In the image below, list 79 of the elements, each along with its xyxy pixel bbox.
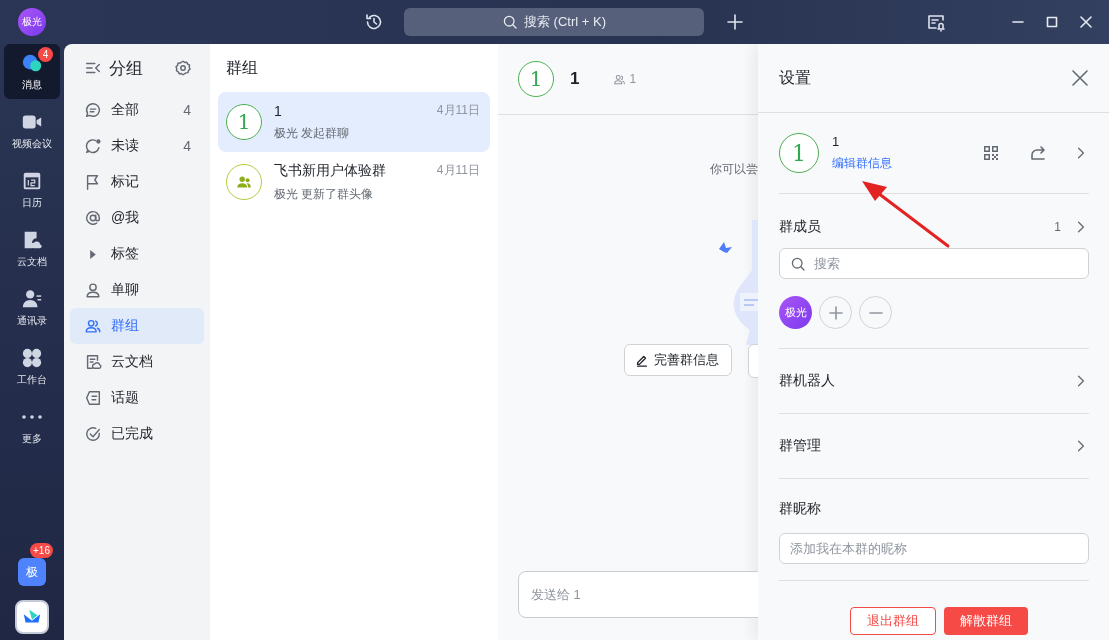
- sidebar-item[interactable]: 群组: [70, 308, 204, 344]
- tenant-avatar[interactable]: 极: [18, 558, 46, 586]
- caret-icon: [90, 249, 96, 259]
- nickname-field[interactable]: 添加我在本群的昵称: [779, 533, 1089, 564]
- bubble-icon: [84, 101, 102, 119]
- at-icon: [84, 209, 102, 227]
- group-avatar: 1: [779, 133, 819, 173]
- contacts-icon: [21, 287, 43, 310]
- rail-item[interactable]: 工作台: [4, 339, 60, 394]
- history-icon[interactable]: [364, 12, 384, 32]
- search-icon: [502, 14, 518, 30]
- settings-row-label[interactable]: 群机器人: [779, 372, 835, 390]
- chat-date: 4月11日: [436, 162, 480, 179]
- share-icon[interactable]: [1030, 145, 1046, 161]
- chat-name: 飞书新用户体验群: [274, 161, 386, 180]
- settings-icon[interactable]: [174, 59, 192, 77]
- sidebar-item[interactable]: 标记: [70, 164, 204, 200]
- sidebar-item[interactable]: 云文档: [70, 344, 204, 380]
- rail-item[interactable]: 日历: [4, 162, 60, 217]
- chat-date: 4月11日: [436, 102, 480, 119]
- sidebar-item[interactable]: 已完成: [70, 416, 204, 452]
- chat-list-item[interactable]: 1 1 4月11日 极光 发起群聊: [218, 92, 490, 152]
- panel-title: 设置: [779, 67, 811, 88]
- notification-icon[interactable]: [926, 12, 946, 32]
- apps-icon: [21, 346, 43, 369]
- more-icon: [22, 414, 42, 419]
- group-avatar: 1: [518, 61, 554, 97]
- member-search-field[interactable]: 搜索: [779, 248, 1089, 279]
- member-count: 1: [1054, 220, 1061, 234]
- leave-group-button[interactable]: 退出群组: [850, 607, 936, 635]
- dissolve-group-button[interactable]: 解散群组: [944, 607, 1028, 635]
- maximize-icon[interactable]: [1046, 16, 1058, 28]
- close-icon[interactable]: [1071, 69, 1089, 87]
- message-input[interactable]: 发送给 1: [518, 571, 758, 618]
- chat-name: 1: [274, 102, 282, 119]
- chat-list-item[interactable]: 飞书新用户体验群 4月11日 极光 更新了群头像: [218, 152, 490, 212]
- qr-code-icon[interactable]: [983, 145, 999, 161]
- people-icon[interactable]: [613, 72, 627, 86]
- rail-item[interactable]: 消息 4: [4, 44, 60, 99]
- sidebar-item[interactable]: 未读 4: [70, 128, 204, 164]
- doc-icon: [84, 353, 102, 371]
- rail-item[interactable]: 通讯录: [4, 280, 60, 335]
- complete-info-button[interactable]: 完善群信息: [624, 344, 732, 376]
- settings-row-label[interactable]: 群管理: [779, 437, 821, 455]
- sidebar-title: 分组: [109, 57, 144, 80]
- unread-icon: [84, 137, 102, 155]
- rail-item[interactable]: 视频会议: [4, 103, 60, 158]
- sidebar-item[interactable]: @我: [70, 200, 204, 236]
- group-name: 1: [832, 134, 841, 149]
- chat-preview: 极光 发起群聊: [274, 125, 351, 142]
- chat-title: 1: [570, 69, 580, 89]
- pencil-icon: [635, 353, 649, 367]
- person-icon: [84, 281, 102, 299]
- count-badge: +16: [30, 543, 53, 558]
- section-title: 群昵称: [779, 500, 821, 518]
- sidebar-item[interactable]: 标签: [70, 236, 204, 272]
- topic-icon: [84, 389, 102, 407]
- add-icon[interactable]: [726, 13, 744, 31]
- search-bar[interactable]: 搜索 (Ctrl + K): [404, 8, 704, 36]
- people-icon: [84, 317, 102, 335]
- rail-item[interactable]: 更多: [4, 398, 60, 453]
- list-title: 群组: [225, 57, 259, 78]
- user-avatar[interactable]: 极光: [18, 8, 46, 36]
- sidebar-item[interactable]: 单聊: [70, 272, 204, 308]
- sidebar-item[interactable]: 话题: [70, 380, 204, 416]
- sidebar-item[interactable]: 全部 4: [70, 92, 204, 128]
- app-logo[interactable]: [15, 600, 49, 634]
- plus-icon: [827, 304, 844, 321]
- member-avatar[interactable]: 极光: [779, 296, 812, 329]
- unread-badge: 4: [38, 47, 53, 62]
- group-avatar: [226, 164, 262, 200]
- section-title: 群成员: [779, 218, 821, 236]
- rail-item[interactable]: 云文档: [4, 221, 60, 276]
- edit-info-link[interactable]: 编辑群信息: [832, 155, 952, 172]
- group-avatar: 1: [226, 104, 262, 140]
- minus-icon: [868, 311, 883, 314]
- empty-hint: 你可以尝: [710, 161, 758, 178]
- done-icon: [84, 425, 102, 443]
- chat-preview: 极光 更新了群头像: [274, 185, 375, 203]
